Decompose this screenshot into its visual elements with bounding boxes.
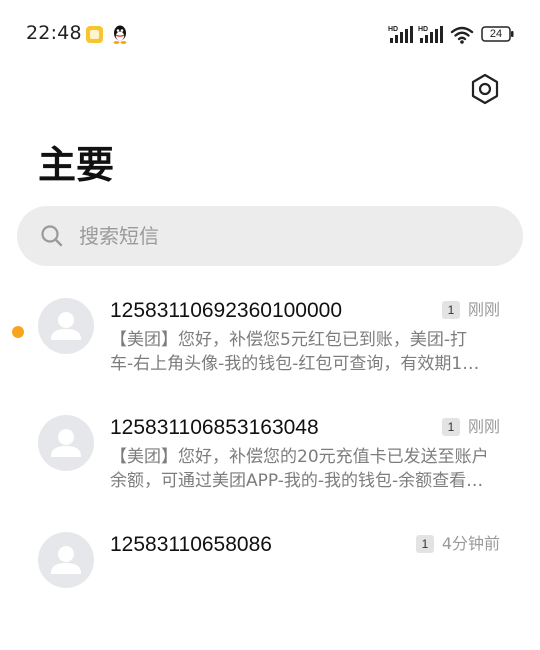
search-placeholder: 搜索短信 xyxy=(79,224,159,248)
avatar xyxy=(38,532,94,588)
conversation-item[interactable]: 125831106853163048 1 刚刚 【美团】您好，补偿您的20元充值… xyxy=(0,415,540,533)
message-count-badge: 1 xyxy=(442,418,460,436)
avatar xyxy=(38,415,94,471)
conversation-item[interactable]: 12583110692360100000 1 刚刚 【美团】您好，补偿您5元红包… xyxy=(0,298,540,416)
message-count-badge: 1 xyxy=(416,535,434,553)
person-icon xyxy=(51,312,81,340)
battery-level: 24 xyxy=(489,28,503,40)
timestamp: 4分钟前 xyxy=(441,534,500,553)
message-preview: 【美团】您好，补偿您5元红包已到账，美团-打 车-右上角头像-我的钱包-红包可查… xyxy=(110,328,502,376)
preview-line: 【美团】您好，补偿您的20元充值卡已发送至账户 xyxy=(110,447,489,467)
conversation-item[interactable]: 12583110658086 1 4分钟前 xyxy=(0,532,540,650)
page-title: 主要 xyxy=(38,143,115,187)
svg-text:HD: HD xyxy=(388,26,398,33)
unread-dot xyxy=(12,326,24,338)
qq-icon xyxy=(113,25,127,44)
preview-line: 余额，可通过美团APP-我的-我的钱包-余额查看… xyxy=(110,471,484,491)
person-icon xyxy=(51,429,81,457)
search-bar[interactable]: 搜索短信 xyxy=(17,206,523,266)
message-count-badge: 1 xyxy=(442,301,460,319)
hd-signal-icon: HD xyxy=(388,26,413,43)
person-icon xyxy=(51,546,81,574)
timestamp: 刚刚 xyxy=(467,300,500,319)
gear-icon xyxy=(471,73,499,105)
preview-line: 车-右上角头像-我的钱包-红包可查询，有效期1… xyxy=(110,354,480,374)
gallery-notification-icon xyxy=(86,26,103,43)
svg-text:HD: HD xyxy=(418,26,428,33)
sender-number: 12583110692360100000 xyxy=(110,299,343,322)
wifi-icon xyxy=(450,26,474,44)
avatar xyxy=(38,298,94,354)
status-bar: 22:48 HD HD 24 xyxy=(0,0,540,68)
settings-button[interactable] xyxy=(468,72,502,106)
clock: 22:48 xyxy=(26,22,82,44)
sender-number: 12583110658086 xyxy=(110,533,272,556)
timestamp: 刚刚 xyxy=(467,417,500,436)
search-icon xyxy=(41,225,63,247)
hd-signal-icon: HD xyxy=(418,26,443,43)
message-preview: 【美团】您好，补偿您的20元充值卡已发送至账户 余额，可通过美团APP-我的-我… xyxy=(110,445,502,493)
sender-number: 125831106853163048 xyxy=(110,416,319,439)
preview-line: 【美团】您好，补偿您5元红包已到账，美团-打 xyxy=(110,330,467,350)
